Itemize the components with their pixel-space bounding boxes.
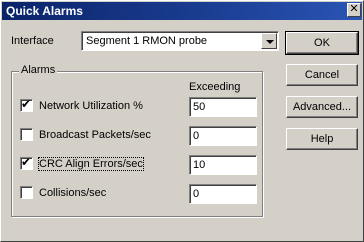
network-utilization-threshold-input[interactable]: 50 [189, 97, 257, 117]
window-title: Quick Alarms [6, 4, 83, 18]
close-icon: ✕ [349, 3, 359, 15]
network-utilization-label: Network Utilization % [39, 100, 143, 112]
broadcast-packets-label: Broadcast Packets/sec [39, 129, 151, 141]
collisions-checkbox[interactable] [20, 186, 33, 199]
close-button[interactable]: ✕ [347, 3, 361, 17]
alarms-group-title: Alarms [19, 64, 58, 76]
crc-align-errors-label: CRC Align Errors/sec [38, 157, 144, 171]
broadcast-packets-threshold-input[interactable]: 0 [189, 126, 257, 146]
quick-alarms-dialog: Quick Alarms ✕ Interface Segment 1 RMON … [0, 0, 364, 242]
interface-label: Interface [11, 35, 54, 47]
crc-align-errors-checkbox[interactable]: ✔ [20, 155, 33, 170]
advanced-button[interactable]: Advanced... [286, 96, 358, 118]
network-utilization-threshold-value: 50 [193, 101, 206, 113]
checkmark-icon: ✔ [21, 155, 32, 169]
collisions-threshold-input[interactable]: 0 [189, 184, 257, 204]
title-bar: Quick Alarms ✕ [2, 2, 362, 20]
crc-align-errors-threshold-value: 10 [193, 159, 206, 171]
cancel-button[interactable]: Cancel [286, 64, 358, 86]
help-button[interactable]: Help [286, 128, 358, 150]
broadcast-packets-threshold-value: 0 [193, 130, 200, 142]
ok-button[interactable]: OK [285, 31, 359, 55]
exceeding-column-header: Exceeding [189, 81, 241, 93]
checkmark-icon: ✔ [21, 97, 32, 111]
interface-select[interactable]: Segment 1 RMON probe [81, 31, 279, 51]
crc-align-errors-threshold-input[interactable]: 10 [189, 155, 257, 175]
broadcast-packets-checkbox[interactable] [20, 128, 33, 141]
collisions-label: Collisions/sec [39, 187, 107, 199]
network-utilization-checkbox[interactable]: ✔ [20, 97, 33, 112]
interface-selected-value: Segment 1 RMON probe [86, 35, 208, 47]
collisions-threshold-value: 0 [193, 188, 200, 200]
chevron-down-icon[interactable] [261, 33, 277, 49]
